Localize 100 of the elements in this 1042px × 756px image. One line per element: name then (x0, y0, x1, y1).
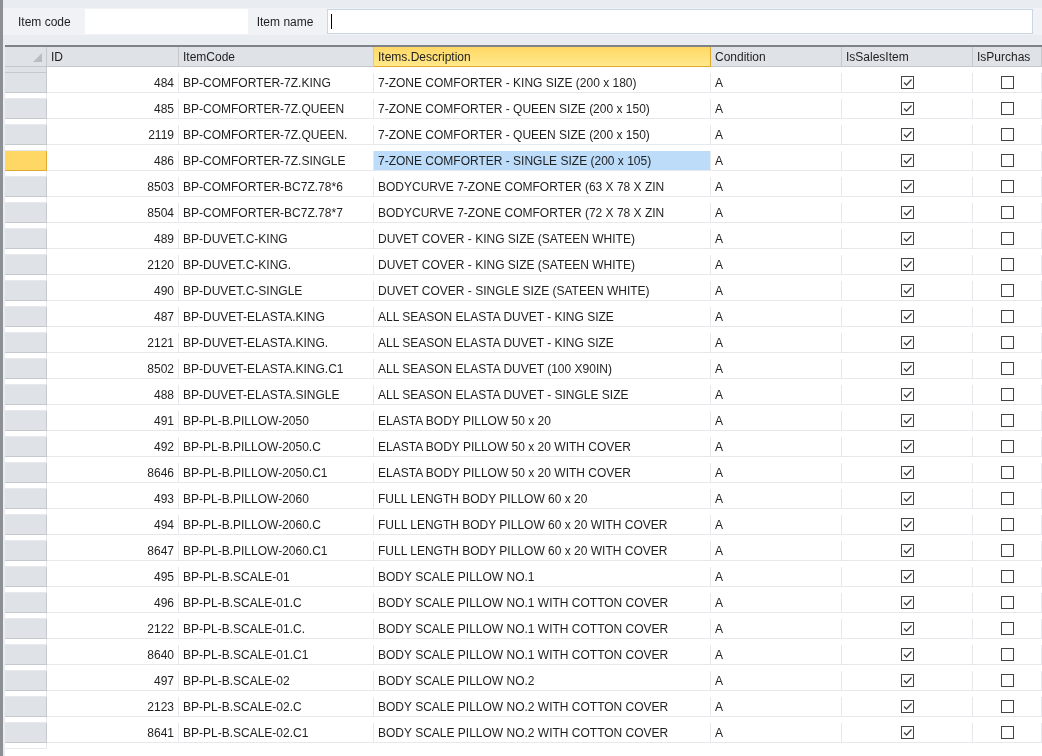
checkbox[interactable] (1000, 336, 1014, 349)
checkbox[interactable] (1000, 622, 1014, 635)
table-cell: BP-PL-B.PILLOW-2060 (179, 489, 374, 509)
checkbox[interactable] (900, 76, 914, 89)
input-field[interactable] (327, 9, 1033, 34)
table-cell: BP-COMFORTER-7Z.KING (179, 73, 374, 93)
checkbox[interactable] (1000, 362, 1014, 375)
checkbox[interactable] (1000, 180, 1014, 193)
table-cell: A (711, 463, 842, 483)
table-cell: 486 (47, 151, 179, 171)
column-header[interactable]: Condition (711, 47, 842, 67)
table-cell: 488 (47, 385, 179, 405)
checkbox[interactable] (1000, 206, 1014, 219)
checkbox[interactable] (1000, 128, 1014, 141)
checkbox[interactable] (900, 622, 914, 635)
checkbox[interactable] (1000, 310, 1014, 323)
table-cell: A (711, 593, 842, 613)
table-cell: BP-PL-B.SCALE-01.C. (179, 619, 374, 639)
checkbox[interactable] (900, 232, 914, 245)
checkbox[interactable] (1000, 466, 1014, 479)
checkbox[interactable] (1000, 414, 1014, 427)
table-cell: BP-COMFORTER-7Z.QUEEN (179, 99, 374, 119)
checkbox[interactable] (900, 258, 914, 271)
checkbox[interactable] (900, 674, 914, 687)
checkbox[interactable] (900, 102, 914, 115)
checkbox[interactable] (1000, 154, 1014, 167)
table-cell: 2123 (47, 697, 179, 717)
checkbox[interactable] (900, 466, 914, 479)
checkbox[interactable] (1000, 596, 1014, 609)
checkbox[interactable] (1000, 76, 1014, 89)
checkbox[interactable] (900, 518, 914, 531)
checkbox[interactable] (900, 492, 914, 505)
table-cell: A (711, 671, 842, 691)
table-cell: A (711, 411, 842, 431)
checkbox[interactable] (1000, 232, 1014, 245)
table-cell: BP-COMFORTER-BC7Z.78*6 (179, 177, 374, 197)
column-header[interactable]: IsPurchas (973, 47, 1042, 67)
table-cell: 484 (47, 73, 179, 93)
checkbox[interactable] (900, 414, 914, 427)
table-cell: BODY SCALE PILLOW NO.2 WITH COTTON COVER (374, 697, 711, 717)
table-cell: 490 (47, 281, 179, 301)
checkbox[interactable] (1000, 518, 1014, 531)
column-header[interactable]: ID (47, 47, 179, 67)
checkbox[interactable] (900, 544, 914, 557)
table-cell: 7-ZONE COMFORTER - SINGLE SIZE (200 x 105) (374, 151, 711, 171)
checkbox[interactable] (900, 284, 914, 297)
checkbox[interactable] (1000, 700, 1014, 713)
checkbox[interactable] (1000, 648, 1014, 661)
table-cell: BP-PL-B.SCALE-02 (179, 671, 374, 691)
table-cell: 7-ZONE COMFORTER - KING SIZE (200 x 180) (374, 73, 711, 93)
checkbox[interactable] (1000, 726, 1014, 739)
checkbox[interactable] (1000, 544, 1014, 557)
checkbox[interactable] (1000, 388, 1014, 401)
checkbox[interactable] (900, 388, 914, 401)
checkbox[interactable] (900, 440, 914, 453)
table-cell: BP-PL-B.SCALE-01 (179, 567, 374, 587)
table-cell: BP-PL-B.PILLOW-2050.C1 (179, 463, 374, 483)
column-header[interactable]: ItemCode (179, 47, 374, 67)
table-cell: ELASTA BODY PILLOW 50 x 20 WITH COVER (374, 437, 711, 457)
table-cell: 8502 (47, 359, 179, 379)
checkbox[interactable] (900, 570, 914, 583)
column-header[interactable]: Items.Description (374, 47, 711, 67)
checkbox[interactable] (900, 362, 914, 375)
checkbox[interactable] (900, 648, 914, 661)
checkbox[interactable] (900, 336, 914, 349)
table-cell: BP-PL-B.PILLOW-2060.C1 (179, 541, 374, 561)
table-cell: BODY SCALE PILLOW NO.1 WITH COTTON COVER (374, 593, 711, 613)
table-cell: A (711, 697, 842, 717)
checkbox[interactable] (900, 726, 914, 739)
table-cell: FULL LENGTH BODY PILLOW 60 x 20 WITH COVER (374, 541, 711, 561)
table-cell: ELASTA BODY PILLOW 50 x 20 (374, 411, 711, 431)
checkbox[interactable] (1000, 258, 1014, 271)
checkbox[interactable] (1000, 674, 1014, 687)
text-caret (331, 14, 333, 29)
table-cell: A (711, 281, 842, 301)
checkbox[interactable] (1000, 102, 1014, 115)
checkbox[interactable] (900, 128, 914, 141)
table-cell: 492 (47, 437, 179, 457)
table-cell: 496 (47, 593, 179, 613)
checkbox[interactable] (900, 700, 914, 713)
table-cell: FULL LENGTH BODY PILLOW 60 x 20 WITH COVER (374, 515, 711, 535)
table-cell: ALL SEASON ELASTA DUVET - SINGLE SIZE (374, 385, 711, 405)
table-cell: 493 (47, 489, 179, 509)
table-cell: 487 (47, 307, 179, 327)
column-header[interactable]: IsSalesItem (842, 47, 973, 67)
checkbox[interactable] (900, 180, 914, 193)
checkbox[interactable] (900, 206, 914, 219)
checkbox[interactable] (1000, 570, 1014, 583)
checkbox[interactable] (900, 154, 914, 167)
checkbox[interactable] (1000, 284, 1014, 297)
table-cell: FULL LENGTH BODY PILLOW 60 x 20 (374, 489, 711, 509)
checkbox[interactable] (1000, 492, 1014, 505)
table-cell: A (711, 177, 842, 197)
checkbox[interactable] (900, 310, 914, 323)
checkbox[interactable] (900, 596, 914, 609)
table-cell: 7-ZONE COMFORTER - QUEEN SIZE (200 x 150) (374, 99, 711, 119)
table-cell: DUVET COVER - SINGLE SIZE (SATEEN WHITE) (374, 281, 711, 301)
checkbox[interactable] (1000, 440, 1014, 453)
table-cell: A (711, 73, 842, 93)
table-cell: A (711, 229, 842, 249)
